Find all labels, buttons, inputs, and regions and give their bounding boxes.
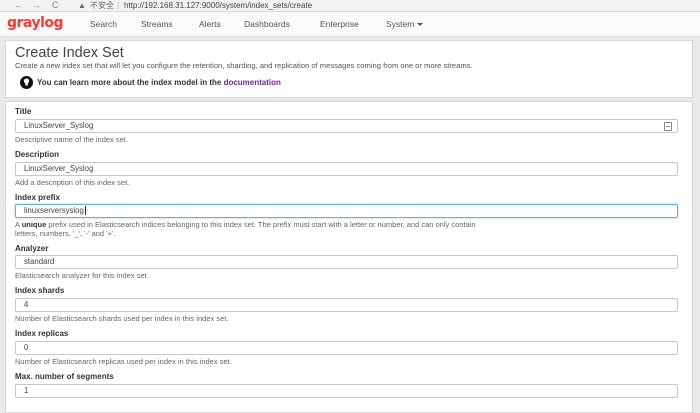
index-set-form: Title LinuxServer_Syslog Descriptive nam…	[5, 101, 693, 413]
description-input[interactable]: LinuxServer_Syslog	[15, 162, 678, 176]
analyzer-help: Elasticsearch analyzer for this index se…	[15, 271, 149, 280]
security-status[interactable]: 不安全	[90, 0, 114, 11]
description-input-value: LinuxServer_Syslog	[24, 164, 94, 173]
shards-input[interactable]: 4	[15, 298, 678, 312]
warning-icon: ▲	[78, 1, 86, 10]
nav-alerts[interactable]: Alerts	[199, 19, 221, 29]
nav-dashboards[interactable]: Dashboards	[244, 19, 290, 29]
graylog-logo[interactable]: graylog	[7, 16, 64, 30]
page-subtitle: Create a new index set that will let you…	[15, 61, 473, 70]
autofill-icon[interactable]	[664, 122, 672, 131]
analyzer-input-value: standard	[24, 257, 55, 266]
top-navbar: graylog Search Streams Alerts Dashboards…	[0, 12, 700, 37]
index-prefix-label: Index prefix	[15, 193, 60, 202]
page-title: Create Index Set	[15, 45, 124, 61]
title-help: Descriptive name of the index set.	[15, 135, 128, 144]
documentation-info: You can learn more about the index model…	[37, 77, 281, 88]
forward-arrow-icon[interactable]: →	[32, 0, 41, 11]
segments-input[interactable]: 1	[15, 384, 678, 398]
description-label: Description	[15, 150, 60, 159]
info-text: You can learn more about the index model…	[37, 78, 222, 87]
replicas-input-value: 0	[24, 343, 29, 352]
replicas-input[interactable]: 0	[15, 341, 678, 355]
replicas-label: Index replicas	[15, 329, 69, 338]
text-cursor	[84, 206, 86, 216]
analyzer-input[interactable]: standard	[15, 255, 678, 269]
nav-system[interactable]: System	[386, 19, 424, 29]
url-text[interactable]: http://192.168.31.127:9000/system/index_…	[124, 0, 312, 11]
url-separator: |	[117, 1, 120, 10]
lightbulb-icon	[20, 76, 33, 89]
segments-input-value: 1	[24, 386, 29, 395]
caret-down-icon	[417, 23, 424, 27]
shards-label: Index shards	[15, 286, 65, 295]
nav-streams[interactable]: Streams	[141, 19, 173, 29]
replicas-help: Number of Elasticsearch replicas used pe…	[15, 357, 232, 366]
page-header-panel: Create Index Set Create a new index set …	[5, 40, 693, 98]
index-prefix-help-bold: unique	[21, 220, 47, 229]
index-prefix-input[interactable]: linuxserversyslog	[15, 204, 678, 218]
title-input-value: LinuxServer_Syslog	[24, 121, 94, 130]
title-input[interactable]: LinuxServer_Syslog	[15, 119, 678, 133]
reload-icon[interactable]: C	[52, 0, 59, 11]
nav-search[interactable]: Search	[90, 19, 117, 29]
shards-input-value: 4	[24, 300, 29, 309]
nav-system-label: System	[386, 19, 415, 29]
back-arrow-icon[interactable]: ←	[14, 0, 23, 11]
analyzer-label: Analyzer	[15, 244, 49, 253]
description-help: Add a description of this index set.	[15, 178, 130, 187]
title-label: Title	[15, 107, 32, 116]
documentation-link[interactable]: documentation	[224, 78, 281, 87]
segments-label: Max. number of segments	[15, 372, 114, 381]
index-prefix-help-pre: A	[15, 220, 22, 229]
nav-enterprise[interactable]: Enterprise	[320, 19, 359, 29]
shards-help: Number of Elasticsearch shards used per …	[15, 314, 229, 323]
index-prefix-help-line2: letters, numbers, '_', '-' and '+'.	[15, 229, 116, 238]
index-prefix-help-post: prefix used in Elasticsearch indices bel…	[46, 220, 476, 229]
browser-address-bar: ← → C ▲ 不安全 | http://192.168.31.127:9000…	[0, 0, 700, 12]
index-prefix-input-value: linuxserversyslog	[24, 206, 84, 215]
